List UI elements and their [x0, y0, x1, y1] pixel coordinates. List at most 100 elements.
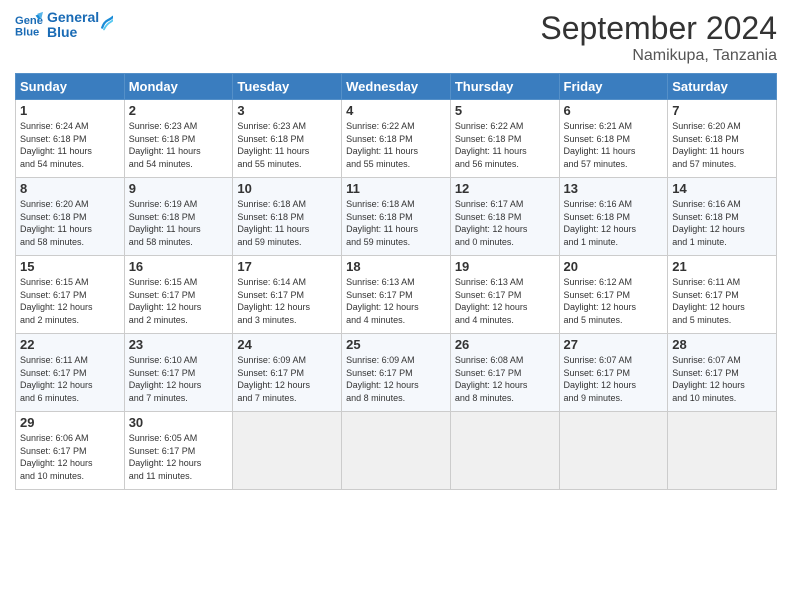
calendar-cell: 21Sunrise: 6:11 AM Sunset: 6:17 PM Dayli…: [668, 256, 777, 334]
calendar-cell: 24 Sunrise: 6:09 AM Sunset: 6:17 PM Dayli…: [233, 334, 342, 412]
day-info: Sunrise: 6:08 AM Sunset: 6:17 PM Dayligh…: [455, 354, 555, 404]
calendar-cell: 17 Sunrise: 6:14 AM Sunset: 6:17 PM Dayli…: [233, 256, 342, 334]
day-number: 15: [20, 259, 120, 274]
calendar-cell: 4Sunrise: 6:22 AM Sunset: 6:18 PM Daylig…: [342, 100, 451, 178]
svg-text:Blue: Blue: [15, 27, 39, 39]
day-number: 20: [564, 259, 664, 274]
calendar-cell: 19 Sunrise: 6:13 AM Sunset: 6:17 PM Dayli…: [450, 256, 559, 334]
day-info: Sunrise: 6:21 AM Sunset: 6:18 PM Dayligh…: [564, 120, 664, 170]
day-number: 30: [129, 415, 229, 430]
day-info: Sunrise: 6:09 AM Sunset: 6:17 PM Dayligh…: [237, 354, 337, 404]
day-number: 7: [672, 103, 772, 118]
calendar-body: 1 Sunrise: 6:24 AM Sunset: 6:18 PM Daylig…: [16, 100, 777, 490]
calendar-cell: 6 Sunrise: 6:21 AM Sunset: 6:18 PM Daylig…: [559, 100, 668, 178]
calendar-cell: 26 Sunrise: 6:08 AM Sunset: 6:17 PM Dayli…: [450, 334, 559, 412]
day-info: Sunrise: 6:07 AM Sunset: 6:17 PM Dayligh…: [672, 354, 772, 404]
logo-icon: General Blue: [15, 11, 43, 39]
day-info: Sunrise: 6:20 AM Sunset: 6:18 PM Dayligh…: [672, 120, 772, 170]
calendar-cell: [559, 412, 668, 490]
calendar-table: Sunday Monday Tuesday Wednesday Thursday…: [15, 73, 777, 490]
day-number: 19: [455, 259, 555, 274]
day-info: Sunrise: 6:07 AM Sunset: 6:17 PM Dayligh…: [564, 354, 664, 404]
day-info: Sunrise: 6:24 AM Sunset: 6:18 PM Dayligh…: [20, 120, 120, 170]
col-sunday: Sunday: [16, 74, 125, 100]
header-row: Sunday Monday Tuesday Wednesday Thursday…: [16, 74, 777, 100]
calendar-cell: 30 Sunrise: 6:05 AM Sunset: 6:17 PM Dayli…: [124, 412, 233, 490]
col-thursday: Thursday: [450, 74, 559, 100]
day-number: 12: [455, 181, 555, 196]
day-number: 13: [564, 181, 664, 196]
day-number: 22: [20, 337, 120, 352]
day-number: 25: [346, 337, 446, 352]
day-number: 17: [237, 259, 337, 274]
day-number: 2: [129, 103, 229, 118]
calendar-cell: 12 Sunrise: 6:17 AM Sunset: 6:18 PM Dayli…: [450, 178, 559, 256]
day-info: Sunrise: 6:05 AM Sunset: 6:17 PM Dayligh…: [129, 432, 229, 482]
day-number: 18: [346, 259, 446, 274]
calendar-row: 29Sunrise: 6:06 AM Sunset: 6:17 PM Dayli…: [16, 412, 777, 490]
col-wednesday: Wednesday: [342, 74, 451, 100]
day-info: Sunrise: 6:15 AM Sunset: 6:17 PM Dayligh…: [129, 276, 229, 326]
month-title: September 2024: [540, 10, 777, 47]
col-friday: Friday: [559, 74, 668, 100]
calendar-cell: 7 Sunrise: 6:20 AM Sunset: 6:18 PM Daylig…: [668, 100, 777, 178]
calendar-row: 8 Sunrise: 6:20 AM Sunset: 6:18 PM Daylig…: [16, 178, 777, 256]
day-info: Sunrise: 6:15 AM Sunset: 6:17 PM Dayligh…: [20, 276, 120, 326]
calendar-cell: 1 Sunrise: 6:24 AM Sunset: 6:18 PM Daylig…: [16, 100, 125, 178]
calendar-cell: [342, 412, 451, 490]
title-block: September 2024 Namikupa, Tanzania: [540, 10, 777, 65]
day-number: 23: [129, 337, 229, 352]
day-number: 5: [455, 103, 555, 118]
day-number: 10: [237, 181, 337, 196]
calendar-cell: 13Sunrise: 6:16 AM Sunset: 6:18 PM Dayli…: [559, 178, 668, 256]
day-info: Sunrise: 6:09 AM Sunset: 6:17 PM Dayligh…: [346, 354, 446, 404]
col-monday: Monday: [124, 74, 233, 100]
calendar-cell: 14Sunrise: 6:16 AM Sunset: 6:18 PM Dayli…: [668, 178, 777, 256]
day-number: 6: [564, 103, 664, 118]
day-info: Sunrise: 6:17 AM Sunset: 6:18 PM Dayligh…: [455, 198, 555, 248]
calendar-row: 22 Sunrise: 6:11 AM Sunset: 6:17 PM Dayli…: [16, 334, 777, 412]
day-number: 8: [20, 181, 120, 196]
calendar-cell: 9Sunrise: 6:19 AM Sunset: 6:18 PM Daylig…: [124, 178, 233, 256]
calendar-cell: 10Sunrise: 6:18 AM Sunset: 6:18 PM Dayli…: [233, 178, 342, 256]
day-info: Sunrise: 6:10 AM Sunset: 6:17 PM Dayligh…: [129, 354, 229, 404]
day-info: Sunrise: 6:14 AM Sunset: 6:17 PM Dayligh…: [237, 276, 337, 326]
col-tuesday: Tuesday: [233, 74, 342, 100]
calendar-cell: 18 Sunrise: 6:13 AM Sunset: 6:17 PM Dayli…: [342, 256, 451, 334]
calendar-cell: [233, 412, 342, 490]
calendar-cell: 27Sunrise: 6:07 AM Sunset: 6:17 PM Dayli…: [559, 334, 668, 412]
calendar-cell: 25 Sunrise: 6:09 AM Sunset: 6:17 PM Dayli…: [342, 334, 451, 412]
day-info: Sunrise: 6:18 AM Sunset: 6:18 PM Dayligh…: [346, 198, 446, 248]
calendar-cell: 22 Sunrise: 6:11 AM Sunset: 6:17 PM Dayli…: [16, 334, 125, 412]
location-subtitle: Namikupa, Tanzania: [540, 47, 777, 65]
day-number: 24: [237, 337, 337, 352]
day-number: 28: [672, 337, 772, 352]
calendar-cell: 11 Sunrise: 6:18 AM Sunset: 6:18 PM Dayli…: [342, 178, 451, 256]
col-saturday: Saturday: [668, 74, 777, 100]
calendar-cell: 15 Sunrise: 6:15 AM Sunset: 6:17 PM Dayli…: [16, 256, 125, 334]
calendar-cell: [668, 412, 777, 490]
day-number: 26: [455, 337, 555, 352]
calendar-row: 1 Sunrise: 6:24 AM Sunset: 6:18 PM Daylig…: [16, 100, 777, 178]
day-number: 14: [672, 181, 772, 196]
day-info: Sunrise: 6:22 AM Sunset: 6:18 PM Dayligh…: [455, 120, 555, 170]
day-info: Sunrise: 6:20 AM Sunset: 6:18 PM Dayligh…: [20, 198, 120, 248]
day-number: 16: [129, 259, 229, 274]
day-number: 11: [346, 181, 446, 196]
calendar-cell: 3Sunrise: 6:23 AM Sunset: 6:18 PM Daylig…: [233, 100, 342, 178]
day-info: Sunrise: 6:06 AM Sunset: 6:17 PM Dayligh…: [20, 432, 120, 482]
day-info: Sunrise: 6:11 AM Sunset: 6:17 PM Dayligh…: [20, 354, 120, 404]
calendar-cell: 16 Sunrise: 6:15 AM Sunset: 6:17 PM Dayli…: [124, 256, 233, 334]
calendar-cell: [450, 412, 559, 490]
page-container: General Blue General Blue September 2024…: [0, 0, 792, 500]
day-info: Sunrise: 6:13 AM Sunset: 6:17 PM Dayligh…: [455, 276, 555, 326]
day-number: 1: [20, 103, 120, 118]
calendar-cell: 2Sunrise: 6:23 AM Sunset: 6:18 PM Daylig…: [124, 100, 233, 178]
day-number: 3: [237, 103, 337, 118]
day-info: Sunrise: 6:13 AM Sunset: 6:17 PM Dayligh…: [346, 276, 446, 326]
day-number: 21: [672, 259, 772, 274]
calendar-row: 15 Sunrise: 6:15 AM Sunset: 6:17 PM Dayli…: [16, 256, 777, 334]
logo: General Blue General Blue: [15, 10, 113, 41]
calendar-cell: 8 Sunrise: 6:20 AM Sunset: 6:18 PM Daylig…: [16, 178, 125, 256]
day-info: Sunrise: 6:22 AM Sunset: 6:18 PM Dayligh…: [346, 120, 446, 170]
